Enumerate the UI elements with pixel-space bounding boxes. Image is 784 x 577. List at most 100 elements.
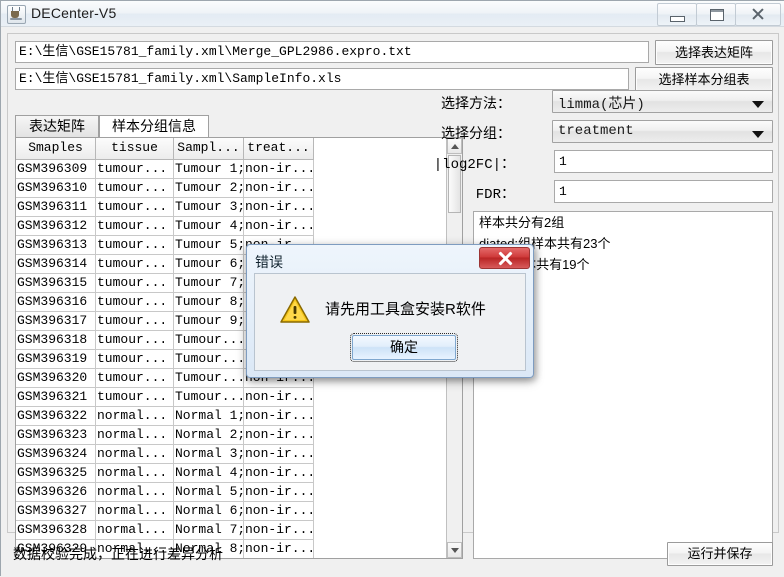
tab-sample-group-info[interactable]: 样本分组信息 bbox=[99, 115, 209, 137]
table-cell: non-ir... bbox=[244, 464, 314, 483]
table-cell: GSM396326 bbox=[16, 483, 96, 502]
table-cell: tumour... bbox=[96, 217, 174, 236]
table-row[interactable]: GSM396325 normal... Normal 4; non-ir... bbox=[16, 464, 462, 483]
table-cell: non-ir... bbox=[244, 483, 314, 502]
error-dialog: 错误 请先用工具盒安装R软件 确定 bbox=[246, 244, 534, 378]
table-row[interactable]: GSM396324 normal... Normal 3; non-ir... bbox=[16, 445, 462, 464]
expression-matrix-path-input[interactable]: E:\生信\GSE15781_family.xml\Merge_GPL2986.… bbox=[15, 41, 649, 63]
dialog-title: 错误 bbox=[255, 254, 283, 270]
status-bar: 数据校验完成，正在进行差异分析 运行并保存 bbox=[7, 537, 779, 571]
table-cell: GSM396327 bbox=[16, 502, 96, 521]
method-label: 选择方法： bbox=[441, 95, 511, 111]
table-cell: Normal 1; bbox=[174, 407, 244, 426]
table-cell: non-ir... bbox=[244, 217, 314, 236]
table-row[interactable]: GSM396322 normal... Normal 1; non-ir... bbox=[16, 407, 462, 426]
method-select[interactable]: limma(芯片) bbox=[552, 90, 773, 113]
table-cell: tumour... bbox=[96, 179, 174, 198]
table-cell: non-ir... bbox=[244, 198, 314, 217]
table-cell: non-ir... bbox=[244, 179, 314, 198]
log2fc-label: |log2FC|： bbox=[433, 157, 515, 173]
table-cell: tumour... bbox=[96, 388, 174, 407]
table-cell: GSM396310 bbox=[16, 179, 96, 198]
method-select-value: limma(芯片) bbox=[558, 97, 645, 113]
run-and-save-button[interactable]: 运行并保存 bbox=[667, 542, 773, 566]
table-cell: Tumour... bbox=[174, 388, 244, 407]
group-label: 选择分组： bbox=[441, 125, 511, 141]
table-cell: GSM396317 bbox=[16, 312, 96, 331]
table-cell: Tumour... bbox=[174, 331, 244, 350]
table-cell: non-ir... bbox=[244, 407, 314, 426]
dialog-message: 请先用工具盒安装R软件 bbox=[325, 301, 486, 318]
table-cell: GSM396320 bbox=[16, 369, 96, 388]
table-row[interactable]: GSM396311 tumour... Tumour 3; non-ir... bbox=[16, 198, 462, 217]
table-cell: tumour... bbox=[96, 293, 174, 312]
table-cell: Normal 4; bbox=[174, 464, 244, 483]
table-cell: Normal 2; bbox=[174, 426, 244, 445]
table-cell: tumour... bbox=[96, 369, 174, 388]
tab-expression-matrix[interactable]: 表达矩阵 bbox=[15, 115, 99, 137]
info-line: 样本共分有2组 bbox=[479, 215, 565, 230]
dialog-ok-button[interactable]: 确定 bbox=[350, 333, 458, 362]
table-cell: tumour... bbox=[96, 236, 174, 255]
table-column-header[interactable]: Sampl... bbox=[174, 138, 244, 160]
table-cell: tumour... bbox=[96, 350, 174, 369]
java-coffee-icon bbox=[7, 5, 26, 24]
table-row[interactable]: GSM396327 normal... Normal 6; non-ir... bbox=[16, 502, 462, 521]
table-cell: tumour... bbox=[96, 160, 174, 179]
table-cell: tumour... bbox=[96, 331, 174, 350]
table-cell: Tumour 6; bbox=[174, 255, 244, 274]
table-cell: non-ir... bbox=[244, 426, 314, 445]
table-row[interactable]: GSM396312 tumour... Tumour 4; non-ir... bbox=[16, 217, 462, 236]
table-cell: Tumour 7; bbox=[174, 274, 244, 293]
dialog-close-button[interactable] bbox=[479, 247, 530, 269]
table-cell: non-ir... bbox=[244, 388, 314, 407]
table-cell: GSM396312 bbox=[16, 217, 96, 236]
table-cell: GSM396324 bbox=[16, 445, 96, 464]
close-button[interactable] bbox=[735, 3, 781, 26]
table-row[interactable]: GSM396321 tumour... Tumour... non-ir... bbox=[16, 388, 462, 407]
table-cell: tumour... bbox=[96, 312, 174, 331]
table-column-header[interactable]: treat... bbox=[244, 138, 314, 160]
table-cell: Normal 6; bbox=[174, 502, 244, 521]
minimize-button[interactable] bbox=[657, 3, 697, 26]
table-cell: GSM396311 bbox=[16, 198, 96, 217]
table-cell: GSM396309 bbox=[16, 160, 96, 179]
choose-expression-matrix-button[interactable]: 选择表达矩阵 bbox=[655, 40, 773, 65]
window-controls bbox=[657, 3, 781, 26]
maximize-button[interactable] bbox=[696, 3, 736, 26]
table-column-header[interactable]: tissue bbox=[96, 138, 174, 160]
table-column-header[interactable]: Smaples bbox=[16, 138, 96, 160]
table-row[interactable]: GSM396323 normal... Normal 2; non-ir... bbox=[16, 426, 462, 445]
fdr-input[interactable]: 1 bbox=[554, 180, 773, 203]
chevron-down-icon bbox=[752, 131, 764, 138]
table-cell: GSM396313 bbox=[16, 236, 96, 255]
window-content: E:\生信\GSE15781_family.xml\Merge_GPL2986.… bbox=[1, 27, 784, 577]
table-cell: Tumour... bbox=[174, 350, 244, 369]
group-select[interactable]: treatment bbox=[552, 120, 773, 143]
table-cell: GSM396325 bbox=[16, 464, 96, 483]
table-cell: tumour... bbox=[96, 255, 174, 274]
sample-info-path-input[interactable]: E:\生信\GSE15781_family.xml\SampleInfo.xls bbox=[15, 68, 629, 90]
table-cell: tumour... bbox=[96, 274, 174, 293]
status-message: 数据校验完成，正在进行差异分析 bbox=[13, 546, 223, 562]
table-cell: Tumour 3; bbox=[174, 198, 244, 217]
table-cell: non-ir... bbox=[244, 445, 314, 464]
chevron-down-icon bbox=[752, 101, 764, 108]
fdr-label: FDR： bbox=[475, 187, 515, 203]
table-cell: Tumour 8; bbox=[174, 293, 244, 312]
table-row[interactable]: GSM396326 normal... Normal 5; non-ir... bbox=[16, 483, 462, 502]
choose-sample-table-button[interactable]: 选择样本分组表 bbox=[635, 67, 773, 92]
group-select-value: treatment bbox=[558, 123, 634, 139]
table-cell: normal... bbox=[96, 464, 174, 483]
table-cell: Tumour 9; bbox=[174, 312, 244, 331]
table-cell: non-ir... bbox=[244, 502, 314, 521]
table-cell: GSM396315 bbox=[16, 274, 96, 293]
table-cell: GSM396322 bbox=[16, 407, 96, 426]
table-cell: normal... bbox=[96, 445, 174, 464]
table-cell: normal... bbox=[96, 483, 174, 502]
tab-strip: 表达矩阵 样本分组信息 bbox=[15, 115, 463, 137]
table-cell: normal... bbox=[96, 502, 174, 521]
log2fc-input[interactable]: 1 bbox=[554, 150, 773, 173]
table-row[interactable]: GSM396309 tumour... Tumour 1; non-ir... bbox=[16, 160, 462, 179]
table-row[interactable]: GSM396310 tumour... Tumour 2; non-ir... bbox=[16, 179, 462, 198]
